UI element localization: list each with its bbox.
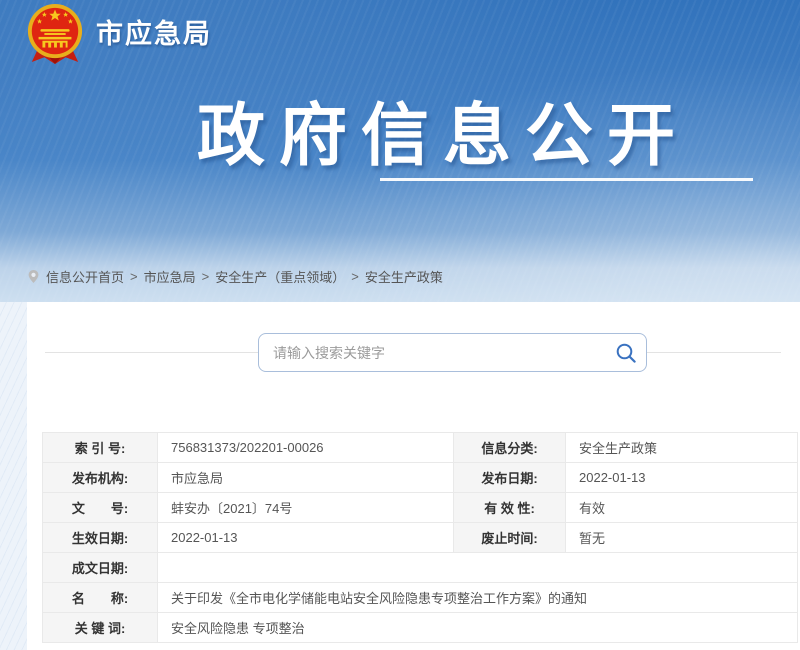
field-value-written-date xyxy=(158,553,798,583)
national-emblem-icon xyxy=(26,3,84,65)
breadcrumb-separator: > xyxy=(202,269,210,284)
breadcrumb: 信息公开首页 > 市应急局 > 安全生产（重点领域） > 安全生产政策 xyxy=(27,265,443,287)
field-value-keywords: 安全风险隐患 专项整治 xyxy=(158,613,798,643)
field-label-written-date: 成文日期: xyxy=(43,553,158,583)
search-icon xyxy=(615,342,637,364)
table-row: 成文日期: xyxy=(43,553,798,583)
breadcrumb-separator: > xyxy=(351,269,359,284)
site-logo[interactable]: 市应急局 xyxy=(26,3,212,65)
table-row: 关 键 词: 安全风险隐患 专项整治 xyxy=(43,613,798,643)
table-row: 生效日期: 2022-01-13 废止时间: 暂无 xyxy=(43,523,798,553)
field-label-info-category: 信息分类: xyxy=(454,433,566,463)
field-value-validity: 有效 xyxy=(566,493,798,523)
site-name[interactable]: 市应急局 xyxy=(96,12,212,51)
field-label-validity: 有 效 性: xyxy=(454,493,566,523)
field-label-keywords: 关 键 词: xyxy=(43,613,158,643)
field-value-index-no: 756831373/202201-00026 xyxy=(158,433,454,463)
page-banner: 市应急局 政府信息公开 信息公开首页 > 市应急局 > 安全生产（重点领域） >… xyxy=(0,0,800,302)
field-label-issuing-agency: 发布机构: xyxy=(43,463,158,493)
breadcrumb-link-home[interactable]: 信息公开首页 xyxy=(46,267,124,286)
field-label-repeal-date: 废止时间: xyxy=(454,523,566,553)
content-panel: 索 引 号: 756831373/202201-00026 信息分类: 安全生产… xyxy=(27,302,800,650)
field-label-doc-number: 文 号: xyxy=(43,493,158,523)
field-value-doc-number: 蚌安办〔2021〕74号 xyxy=(158,493,454,523)
table-row: 发布机构: 市应急局 发布日期: 2022-01-13 xyxy=(43,463,798,493)
field-label-index-no: 索 引 号: xyxy=(43,433,158,463)
title-underline xyxy=(380,178,753,181)
table-row: 名 称: 关于印发《全市电化学储能电站安全风险隐患专项整治工作方案》的通知 xyxy=(43,583,798,613)
field-value-effective-date: 2022-01-13 xyxy=(158,523,454,553)
field-label-title: 名 称: xyxy=(43,583,158,613)
table-row: 文 号: 蚌安办〔2021〕74号 有 效 性: 有效 xyxy=(43,493,798,523)
page-title: 政府信息公开 xyxy=(197,80,689,179)
breadcrumb-link-bureau[interactable]: 市应急局 xyxy=(144,267,196,286)
field-value-repeal-date: 暂无 xyxy=(566,523,798,553)
table-row: 索 引 号: 756831373/202201-00026 信息分类: 安全生产… xyxy=(43,433,798,463)
breadcrumb-link-category[interactable]: 安全生产（重点领域） xyxy=(215,267,345,286)
search-input[interactable] xyxy=(259,345,606,361)
search-button[interactable] xyxy=(606,334,646,371)
breadcrumb-separator: > xyxy=(130,269,138,284)
field-value-publish-date: 2022-01-13 xyxy=(566,463,798,493)
field-value-title: 关于印发《全市电化学储能电站安全风险隐患专项整治工作方案》的通知 xyxy=(158,583,798,613)
location-pin-icon xyxy=(27,268,40,285)
search-box xyxy=(258,333,647,372)
field-value-issuing-agency: 市应急局 xyxy=(158,463,454,493)
field-value-info-category: 安全生产政策 xyxy=(566,433,798,463)
document-info-table: 索 引 号: 756831373/202201-00026 信息分类: 安全生产… xyxy=(42,432,798,643)
field-label-publish-date: 发布日期: xyxy=(454,463,566,493)
breadcrumb-link-current[interactable]: 安全生产政策 xyxy=(365,267,443,286)
field-label-effective-date: 生效日期: xyxy=(43,523,158,553)
